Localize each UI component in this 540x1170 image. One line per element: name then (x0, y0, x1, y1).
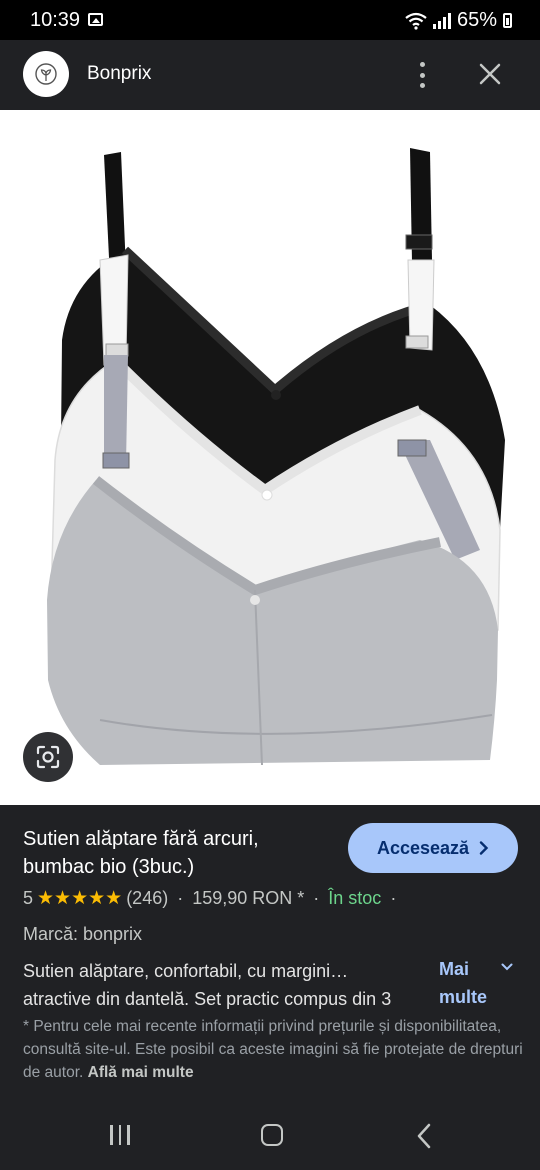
chevron-right-icon (479, 841, 489, 855)
product-image[interactable] (0, 110, 540, 805)
status-bar: 10:39 65% (0, 0, 540, 40)
app-bar: Bonprix (0, 40, 540, 110)
status-indicators: 65% (405, 9, 512, 32)
rating-value: 5 (23, 888, 34, 908)
product-title[interactable]: Sutien alăptare fără arcuri, bumbac bio … (23, 825, 323, 881)
description: Sutien alăptare, confortabil, cu margini… (23, 957, 433, 1013)
close-icon[interactable] (476, 60, 504, 88)
separator: · (313, 888, 320, 908)
disclaimer: * Pentru cele mai recente informații pri… (23, 1015, 523, 1084)
visit-button-label: Accesează (376, 837, 470, 858)
bonprix-logo-icon (23, 51, 69, 97)
separator: · (390, 888, 397, 908)
nav-back-icon[interactable] (416, 1123, 432, 1149)
more-vert-icon[interactable] (410, 60, 434, 90)
rating-stars: ★★★★★ (37, 888, 123, 909)
app-title: Bonprix (87, 63, 152, 84)
nav-bar (0, 1105, 540, 1170)
availability: În stoc (328, 888, 382, 908)
visit-button[interactable]: Accesează (348, 823, 518, 873)
signal-icon (432, 12, 451, 29)
bra-illustration (47, 148, 505, 766)
brand: Marcă: bonprix (23, 924, 143, 944)
picture-icon (88, 13, 103, 26)
google-lens-icon[interactable] (23, 732, 73, 782)
description-line: Sutien alăptare, confortabil, cu margini… (23, 961, 349, 981)
nav-home-icon[interactable] (261, 1124, 283, 1146)
status-time: 10:39 (30, 9, 81, 31)
wifi-icon (405, 12, 427, 30)
product-info-panel: Sutien alăptare fără arcuri, bumbac bio … (0, 805, 540, 1105)
battery-icon (503, 13, 512, 28)
chevron-down-icon[interactable] (501, 962, 513, 972)
learn-more-link[interactable]: Află mai multe (88, 1064, 194, 1081)
review-count: (246) (126, 888, 169, 908)
separator: · (177, 888, 184, 908)
price: 159,90 RON * (192, 888, 305, 908)
description-line: atractive din dantelă. Set practic compu… (23, 989, 392, 1009)
nav-recents-icon[interactable] (110, 1125, 130, 1145)
product-meta: 5 ★★★★★ (246) · 159,90 RON * · În stoc · (23, 887, 405, 910)
battery-percent: 65% (456, 9, 497, 31)
